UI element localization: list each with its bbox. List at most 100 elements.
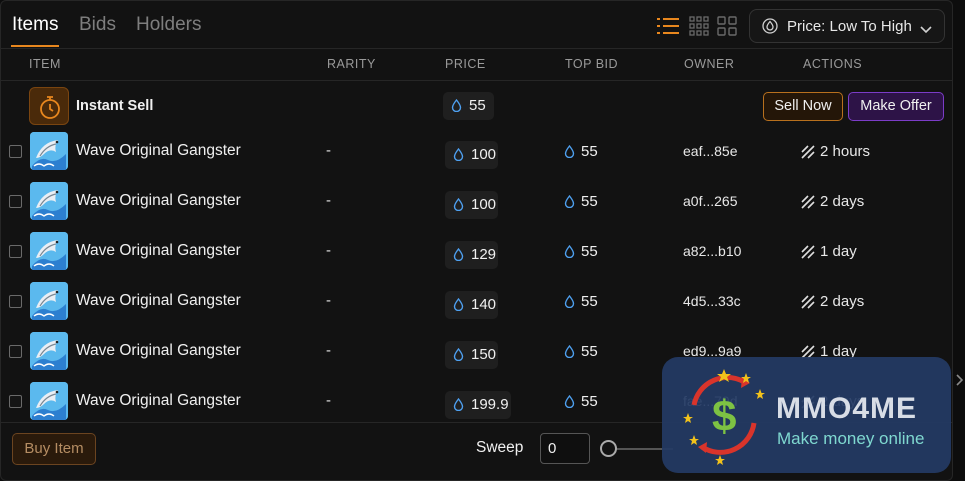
sell-now-button[interactable]: Sell Now [763, 92, 843, 121]
nft-thumbnail[interactable] [30, 282, 68, 320]
drop-icon [564, 244, 575, 262]
nft-thumbnail[interactable] [30, 382, 68, 420]
make-offer-button[interactable]: Make Offer [848, 92, 944, 121]
item-listed-time-value: 2 hours [820, 143, 871, 160]
item-top-bid: 55 [564, 243, 598, 260]
item-top-bid-value: 55 [581, 143, 598, 160]
tab-bids[interactable]: Bids [79, 14, 116, 36]
item-price-value: 199.9 [471, 396, 509, 413]
active-tab-indicator [11, 45, 59, 47]
item-owner[interactable]: a0f...265 [683, 193, 738, 209]
chevron-down-icon [920, 21, 932, 39]
table-row[interactable]: Wave Original Gangster - 129 55 a82...b10 1 d… [1, 231, 952, 281]
watermark: $ MMO4ME Make money online [662, 357, 951, 473]
watermark-title: MMO4ME [776, 392, 917, 425]
column-header-item: ITEM [29, 57, 61, 71]
list-view-icon[interactable] [657, 16, 679, 36]
dollar-logo-icon: $ [676, 363, 772, 467]
row-checkbox[interactable] [9, 145, 22, 158]
grid-large-icon[interactable] [689, 16, 711, 36]
header-divider [1, 80, 952, 81]
item-owner[interactable]: a82...b10 [683, 243, 741, 259]
item-top-bid: 55 [564, 293, 598, 310]
sweep-input[interactable] [540, 433, 590, 464]
item-owner[interactable]: eaf...85e [683, 143, 738, 159]
tab-holders[interactable]: Holders [136, 14, 201, 36]
listing-icon [801, 295, 815, 313]
item-rarity: - [326, 392, 331, 409]
drop-icon [453, 147, 464, 165]
nft-thumbnail[interactable] [30, 182, 68, 220]
item-price: 140 [445, 291, 498, 319]
item-rarity: - [326, 142, 331, 159]
grid-small-icon[interactable] [717, 16, 739, 36]
item-price-value: 150 [471, 346, 497, 363]
item-top-bid: 55 [564, 343, 598, 360]
item-name[interactable]: Wave Original Gangster [76, 292, 241, 310]
item-price-value: 140 [471, 296, 497, 313]
item-top-bid: 55 [564, 393, 598, 410]
item-listed-time: 2 days [801, 293, 864, 310]
item-rarity: - [326, 292, 331, 309]
row-checkbox[interactable] [9, 245, 22, 258]
item-top-bid-value: 55 [581, 243, 598, 260]
item-rarity: - [326, 242, 331, 259]
item-top-bid: 55 [564, 143, 598, 160]
sweep-label: Sweep [476, 439, 524, 456]
column-header-top-bid: TOP BID [565, 57, 619, 71]
item-price: 100 [445, 191, 498, 219]
nft-thumbnail[interactable] [30, 332, 68, 370]
drop-icon [453, 297, 464, 315]
nft-thumbnail[interactable] [30, 132, 68, 170]
tab-items[interactable]: Items [12, 14, 58, 36]
sort-dropdown[interactable]: Price: Low To High [749, 9, 945, 43]
item-rarity: - [326, 192, 331, 209]
nft-thumbnail[interactable] [30, 232, 68, 270]
listing-icon [801, 245, 815, 263]
item-listed-time-value: 2 days [820, 193, 865, 210]
item-owner[interactable]: 4d5...33c [683, 293, 741, 309]
table-row[interactable]: Wave Original Gangster - 100 55 a0f...265 2 d… [1, 181, 952, 231]
row-checkbox[interactable] [9, 295, 22, 308]
item-price-value: 100 [471, 196, 497, 213]
table-row[interactable]: Wave Original Gangster - 140 55 4d5...33c 2 d… [1, 281, 952, 331]
column-header-owner: OWNER [684, 57, 735, 71]
column-header-rarity: RARITY [327, 57, 376, 71]
item-listed-time: 2 days [801, 193, 864, 210]
drop-icon [564, 344, 575, 362]
buy-item-button[interactable]: Buy Item [12, 433, 96, 465]
column-header-actions: ACTIONS [803, 57, 863, 71]
tabs-bar: Items Bids Holders Price: Low To High [1, 1, 952, 49]
item-listed-time: 2 hours [801, 143, 870, 160]
row-checkbox[interactable] [9, 345, 22, 358]
item-top-bid-value: 55 [581, 393, 598, 410]
row-checkbox[interactable] [9, 195, 22, 208]
chevron-right-icon[interactable] [954, 370, 965, 390]
listing-icon [801, 195, 815, 213]
drop-icon [564, 144, 575, 162]
item-top-bid-value: 55 [581, 193, 598, 210]
item-name[interactable]: Wave Original Gangster [76, 392, 241, 410]
listing-icon [801, 145, 815, 163]
instant-sell-price-value: 55 [469, 97, 486, 114]
sweep-slider-thumb[interactable] [600, 440, 617, 457]
item-top-bid: 55 [564, 193, 598, 210]
item-name[interactable]: Wave Original Gangster [76, 142, 241, 160]
item-price: 150 [445, 341, 498, 369]
item-listed-time: 1 day [801, 243, 857, 260]
drop-icon [453, 397, 464, 415]
drop-icon [564, 294, 575, 312]
drop-icon [453, 247, 464, 265]
item-name[interactable]: Wave Original Gangster [76, 242, 241, 260]
table-row[interactable]: Wave Original Gangster - 100 55 eaf...85e 2 h… [1, 131, 952, 181]
item-top-bid-value: 55 [581, 293, 598, 310]
row-checkbox[interactable] [9, 395, 22, 408]
watermark-subtitle: Make money online [777, 429, 925, 448]
item-price: 199.9 [445, 391, 511, 419]
sort-label: Price: Low To High [787, 18, 912, 35]
item-name[interactable]: Wave Original Gangster [76, 342, 241, 360]
item-price-value: 129 [471, 246, 497, 263]
item-name[interactable]: Wave Original Gangster [76, 192, 241, 210]
drop-icon [453, 197, 464, 215]
drop-icon [451, 98, 462, 116]
